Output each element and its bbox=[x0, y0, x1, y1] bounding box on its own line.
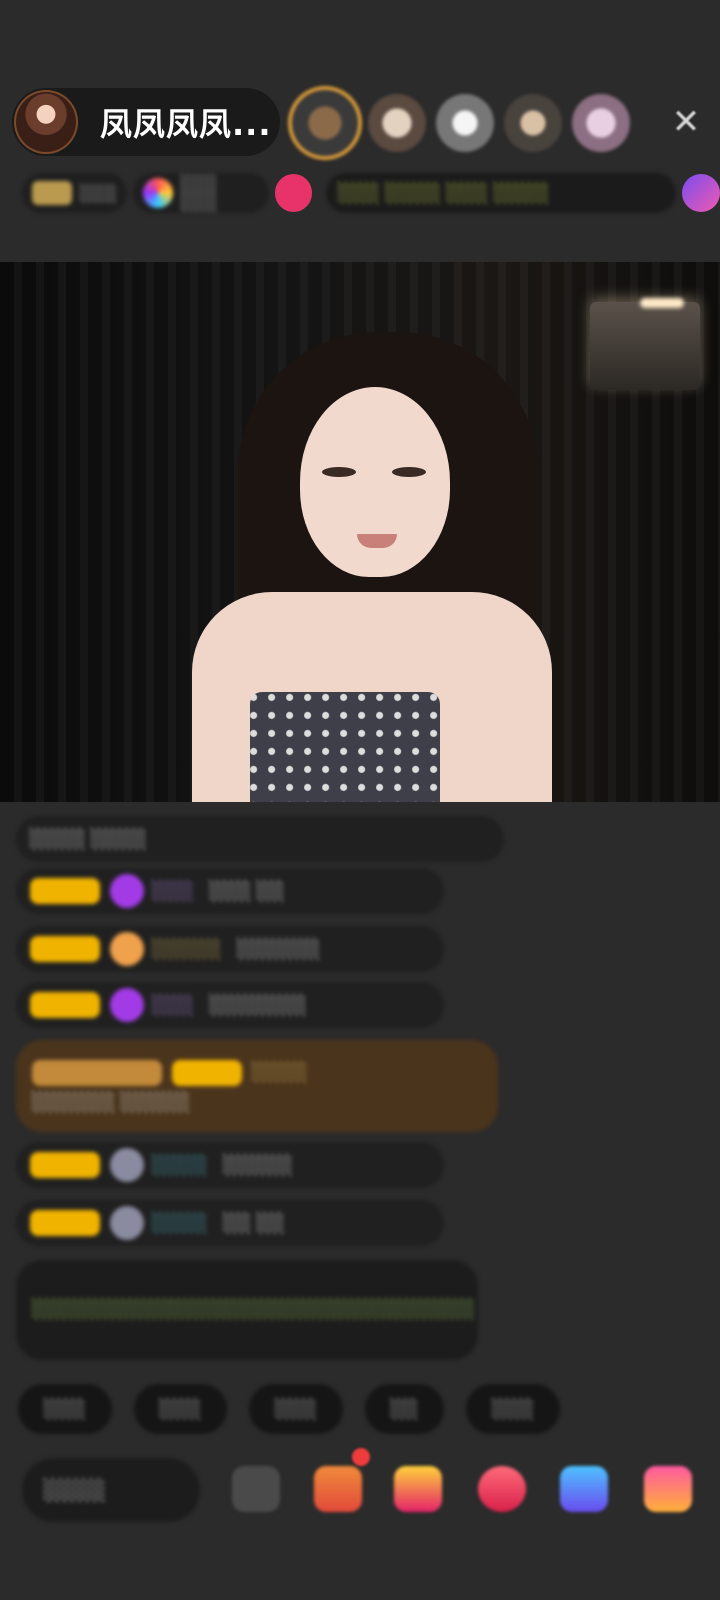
live-video-stream[interactable] bbox=[0, 262, 720, 802]
chat-text: ░░░░░░ ░░░░░ bbox=[32, 1091, 190, 1113]
streamer-eye bbox=[392, 467, 426, 477]
viewer-avatar[interactable] bbox=[292, 90, 358, 156]
event-icon[interactable] bbox=[682, 174, 720, 212]
announcement-marquee[interactable]: ░░░ ░░░░ ░░░ ░░░░ bbox=[326, 173, 677, 213]
lamp-shade bbox=[590, 302, 700, 390]
chat-message[interactable]: ░░░░ ░░░░░ bbox=[16, 1142, 444, 1188]
chat-text: ░░░ ░░ bbox=[209, 880, 285, 902]
host-info-pill[interactable]: 凤凤凤凤... bbox=[12, 88, 280, 156]
viewer-avatar[interactable] bbox=[572, 94, 630, 152]
rank-chip[interactable]: ░░░ bbox=[22, 173, 127, 213]
host-avatar[interactable] bbox=[14, 90, 78, 154]
popularity-chip[interactable]: ░░░ ░░░ bbox=[132, 173, 269, 213]
fan-badge-icon bbox=[110, 1206, 144, 1240]
streamer-dress bbox=[250, 692, 440, 802]
game-icon[interactable] bbox=[560, 1466, 608, 1512]
viewer-avatar[interactable] bbox=[504, 94, 562, 152]
chat-message[interactable]: ░░░░ ░░ ░░ bbox=[16, 1200, 444, 1246]
live-header: 凤凤凤凤... ✕ ░░░ ░░░ ░░░ ░░░ ░░░░ ░░░ ░░░░ bbox=[0, 0, 720, 262]
streamer-eye bbox=[322, 467, 356, 477]
vip-badge bbox=[32, 1059, 162, 1086]
quick-reply-chip[interactable]: ░░░ bbox=[466, 1384, 560, 1434]
rank-badge-icon bbox=[32, 181, 72, 205]
comment-input-placeholder: ░░░░ bbox=[44, 1478, 106, 1502]
diamond-icon bbox=[110, 988, 144, 1022]
viewer-avatar-list bbox=[292, 88, 630, 158]
chat-message[interactable]: ░░░ ░░░░░░░ bbox=[16, 982, 444, 1028]
more-apps-icon[interactable] bbox=[644, 1466, 692, 1512]
lamp-light bbox=[640, 298, 684, 308]
system-notice: ░░░░░░░░░░░░░░░░░░░░░░░░░░░░░░░░ bbox=[16, 1260, 478, 1360]
level-badge bbox=[30, 936, 100, 962]
chat-username[interactable]: ░░░ bbox=[152, 881, 194, 902]
fan-badge-icon bbox=[110, 932, 144, 966]
chat-text: ░░░░░░ bbox=[237, 938, 321, 960]
chat-username[interactable]: ░░░░ bbox=[152, 1155, 207, 1176]
vip-chat-message[interactable]: ░░░░ ░░░░░░ ░░░░░ bbox=[16, 1040, 498, 1132]
quick-reply-chip[interactable]: ░░░ bbox=[133, 1384, 228, 1434]
level-badge bbox=[172, 1059, 242, 1086]
vip-message-header: ░░░░ bbox=[32, 1059, 323, 1086]
viewer-avatar[interactable] bbox=[368, 94, 426, 152]
quick-reply-chip[interactable]: ░░ bbox=[364, 1384, 445, 1434]
system-notice-text: ░░░░░░░░░░░░░░░░░░░░░░░░░░░░░░░░ bbox=[32, 1299, 475, 1320]
chat-username[interactable]: ░░░░ bbox=[252, 1062, 307, 1083]
level-badge bbox=[30, 992, 100, 1018]
chat-text: ░░ ░░ bbox=[223, 1212, 285, 1234]
diamond-icon bbox=[110, 874, 144, 908]
chat-text: ░░░░░░░ bbox=[209, 994, 307, 1016]
host-name: 凤凤凤凤... bbox=[100, 105, 272, 143]
streamer-face bbox=[300, 387, 450, 577]
chat-text: ░░░░░ bbox=[223, 1154, 293, 1176]
level-badge bbox=[30, 1210, 100, 1236]
quick-reply-chip[interactable]: ░░░ bbox=[18, 1384, 112, 1434]
treasure-icon[interactable] bbox=[394, 1466, 442, 1512]
chat-username[interactable]: ░░░░░ bbox=[152, 939, 221, 960]
viewer-avatar[interactable] bbox=[436, 94, 494, 152]
rank-chip-text: ░░░ bbox=[80, 183, 117, 203]
chat-message[interactable]: ░░░░░ ░░░░░░ bbox=[16, 926, 444, 972]
close-icon[interactable]: ✕ bbox=[668, 104, 704, 140]
quick-reply-row: ░░░ ░░░ ░░░ ░░ ░░░ bbox=[18, 1384, 560, 1434]
emoji-icon[interactable] bbox=[232, 1466, 280, 1512]
level-badge bbox=[30, 878, 100, 904]
notification-dot bbox=[352, 1448, 370, 1466]
popularity-icon bbox=[142, 178, 173, 208]
marquee-text: ░░░ ░░░░ ░░░ ░░░░ bbox=[338, 182, 550, 204]
comment-input[interactable]: ░░░░ bbox=[22, 1458, 200, 1522]
heart-icon[interactable] bbox=[274, 174, 313, 212]
chat-text: ░░░░ ░░░░ bbox=[30, 828, 147, 850]
chat-username[interactable]: ░░░░ bbox=[152, 1213, 207, 1234]
chat-message[interactable]: ░░░ ░░░ ░░ bbox=[16, 868, 444, 914]
popularity-chip-text: ░░░ ░░░ bbox=[180, 174, 218, 212]
gift-box-icon[interactable] bbox=[314, 1466, 362, 1512]
chat-message[interactable]: ░░░░ ░░░░ bbox=[16, 816, 504, 862]
level-badge bbox=[30, 1152, 100, 1178]
stream-info-row: ░░░ ░░░ ░░░ ░░░ ░░░░ ░░░ ░░░░ bbox=[22, 170, 720, 216]
chat-username[interactable]: ░░░ bbox=[152, 995, 194, 1016]
fan-badge-icon bbox=[110, 1148, 144, 1182]
quick-reply-chip[interactable]: ░░░ bbox=[249, 1384, 343, 1434]
like-icon[interactable] bbox=[478, 1466, 526, 1512]
